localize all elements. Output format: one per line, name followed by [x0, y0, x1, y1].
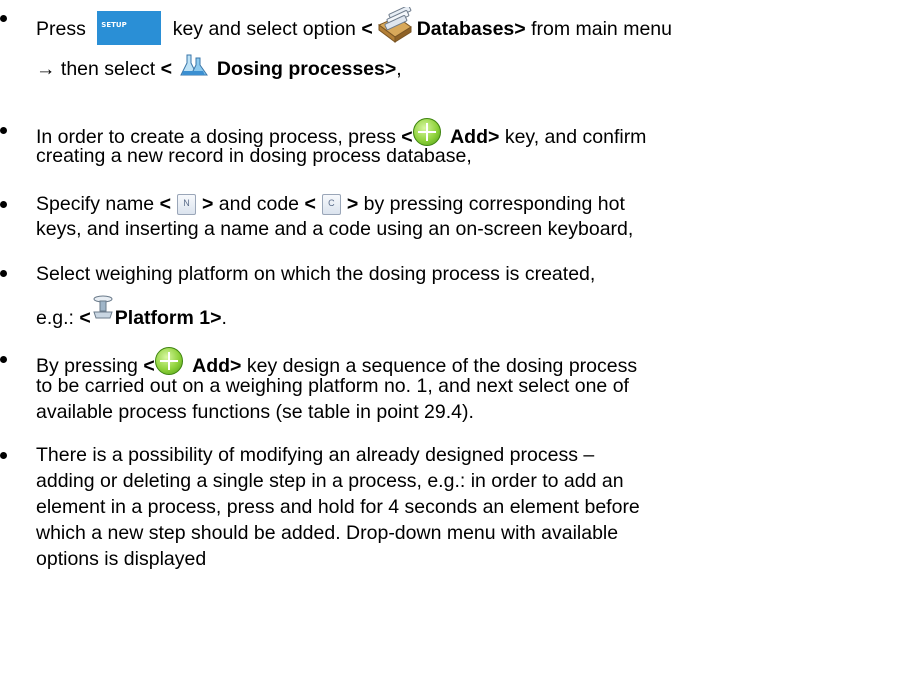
- text: <: [160, 58, 173, 80]
- text-line: → then select < Dosing processes>,: [36, 51, 402, 81]
- text: There is a possibility of modifying an a…: [36, 444, 595, 466]
- code-icon: C: [321, 194, 341, 215]
- text-line: available process functions (se table in…: [36, 400, 474, 424]
- text: by pressing corresponding hot: [363, 193, 625, 215]
- add-icon: [412, 118, 441, 146]
- text: options is displayed: [36, 548, 207, 570]
- text: .: [221, 307, 227, 329]
- bullet-dot: [0, 261, 16, 277]
- text: Press: [36, 18, 86, 40]
- text-line: keys, and inserting a name and a code us…: [36, 217, 633, 241]
- setup-key-icon: SETUP: [97, 11, 162, 45]
- text-line: Select weighing platform on which the do…: [36, 262, 595, 286]
- text-line: e.g.: < Platform 1>.: [36, 294, 227, 330]
- text: <: [304, 193, 316, 215]
- text: Platform 1>: [114, 307, 222, 329]
- text-line: options is displayed: [36, 547, 206, 571]
- text: <: [79, 307, 91, 329]
- databases-icon: [377, 7, 412, 43]
- text: Select weighing platform on which the do…: [36, 263, 596, 285]
- text: to be carried out on a weighing platform…: [36, 375, 629, 397]
- platform-icon: [93, 295, 113, 319]
- setup-key-label: SETUP: [101, 21, 127, 29]
- text: <: [159, 193, 171, 215]
- text: available process functions (se table in…: [36, 401, 474, 423]
- text-line: which a new step should be added. Drop-d…: [36, 521, 618, 545]
- bullet-dot: [0, 118, 16, 134]
- text: <: [361, 18, 373, 40]
- text: → then select: [36, 58, 156, 80]
- text: >: [201, 193, 214, 215]
- text: e.g.:: [36, 307, 74, 329]
- text-line: creating a new record in dosing process …: [36, 144, 472, 168]
- text: Specify name: [36, 193, 155, 215]
- text-line: element in a process, press and hold for…: [36, 495, 640, 519]
- text-line: Specify name < N > and code < C > by pressin…: [36, 192, 625, 216]
- dosing-processes-icon: [180, 54, 209, 76]
- text: creating a new record in dosing process …: [36, 145, 472, 167]
- name-icon: N: [176, 194, 196, 215]
- text: element in a process, press and hold for…: [36, 496, 640, 518]
- bullet-dot: [0, 347, 16, 363]
- text: Dosing processes>: [216, 58, 397, 80]
- text: Databases>: [416, 18, 526, 40]
- text: and code: [218, 193, 300, 215]
- text: >: [346, 193, 359, 215]
- text: adding or deleting a single step in a pr…: [36, 470, 624, 492]
- text-line: Press SETUP key and select option < Data…: [36, 7, 672, 45]
- text: key, and confirm: [504, 126, 647, 148]
- text: from main menu: [531, 18, 672, 40]
- text: keys, and inserting a name and a code us…: [36, 218, 634, 240]
- text-line: adding or deleting a single step in a pr…: [36, 469, 624, 493]
- text: key and select option: [172, 18, 356, 40]
- text-line: to be carried out on a weighing platform…: [36, 374, 629, 398]
- text: ,: [396, 58, 402, 80]
- text-line: There is a possibility of modifying an a…: [36, 443, 594, 467]
- text: which a new step should be added. Drop-d…: [36, 522, 619, 544]
- bullet-dot: [0, 6, 16, 22]
- bullet-dot: [0, 443, 16, 459]
- bullet-dot: [0, 192, 16, 208]
- add-icon: [154, 347, 183, 375]
